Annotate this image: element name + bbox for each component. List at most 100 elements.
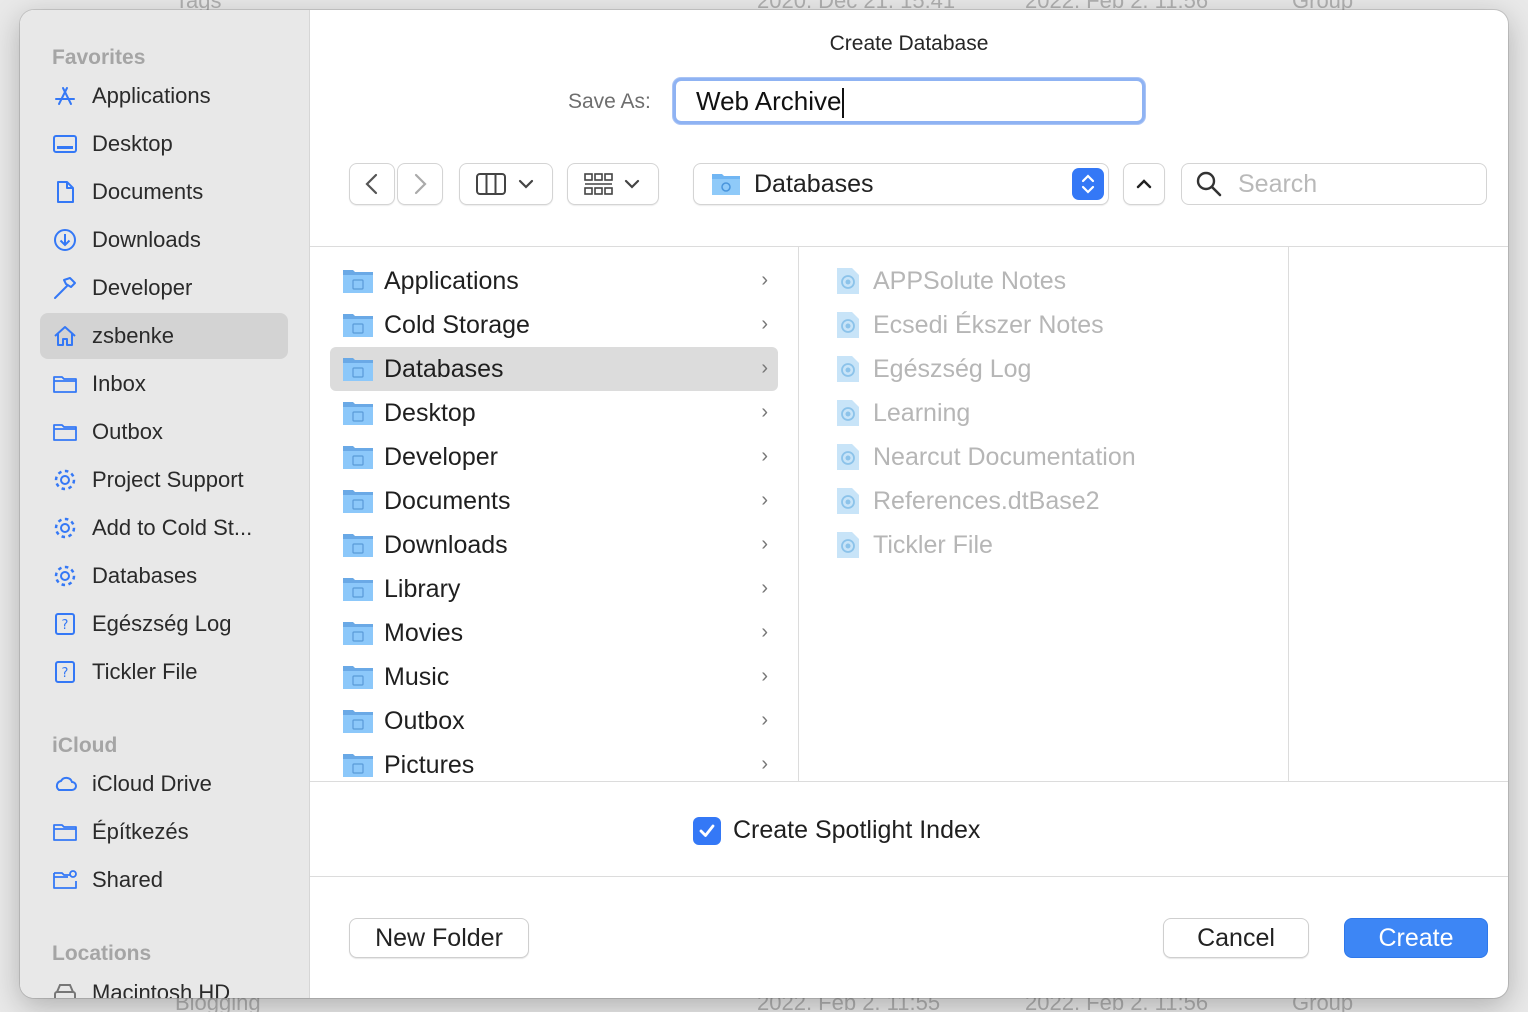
sidebar-item-label: Databases <box>92 563 198 588</box>
new-folder-button[interactable]: New Folder <box>349 918 529 958</box>
chevron-right-icon: › <box>761 753 768 775</box>
folder-row[interactable]: Pictures › <box>330 743 778 781</box>
folder-row[interactable]: Desktop › <box>330 391 778 435</box>
folder-row-label: Desktop <box>384 398 476 427</box>
sidebar-item-icloud-drive[interactable]: iCloud Drive <box>40 761 288 807</box>
folder-row[interactable]: Databases › <box>330 347 778 391</box>
sidebar-item-epitkezes[interactable]: Építkezés <box>40 809 288 855</box>
folder-row-label: Cold Storage <box>384 310 530 339</box>
checkmark-icon <box>699 824 715 837</box>
chevron-right-icon: › <box>761 665 768 687</box>
location-popup[interactable]: Databases <box>693 163 1109 205</box>
folder-icon <box>343 534 373 557</box>
chevron-right-icon: › <box>761 313 768 335</box>
database-file-label: Nearcut Documentation <box>873 442 1136 471</box>
hammer-icon <box>52 275 78 301</box>
question-doc-icon: ? <box>52 659 78 685</box>
cancel-button[interactable]: Cancel <box>1163 918 1309 958</box>
sidebar-item-tickler-file[interactable]: ? Tickler File <box>40 649 288 695</box>
folder-row[interactable]: Developer › <box>330 435 778 479</box>
sidebar-item-label: Project Support <box>92 467 244 492</box>
folder-icon <box>343 710 373 733</box>
create-button[interactable]: Create <box>1344 918 1488 958</box>
sidebar-item-label: Documents <box>92 179 204 204</box>
search-field[interactable]: Search <box>1181 163 1487 205</box>
sidebar-section-icloud: iCloud <box>52 734 118 757</box>
sidebar-item-label: Építkezés <box>92 819 189 844</box>
database-file-icon <box>837 400 859 426</box>
sidebar-item-egeszseg-log[interactable]: ? Egészség Log <box>40 601 288 647</box>
browser-column-1: Applications › Cold Storage › Databases › Desk… <box>310 247 799 781</box>
spotlight-index-checkbox[interactable] <box>693 817 721 845</box>
sidebar-item-outbox[interactable]: Outbox <box>40 409 288 455</box>
sidebar-item-label: zsbenke <box>92 323 174 348</box>
database-file-label: APPSolute Notes <box>873 266 1067 295</box>
sidebar-section-favorites: Favorites <box>52 46 146 69</box>
folder-icon <box>343 578 373 601</box>
folder-row[interactable]: Cold Storage › <box>330 303 778 347</box>
database-file-label: Egészség Log <box>873 354 1032 383</box>
folder-row[interactable]: Movies › <box>330 611 778 655</box>
folder-icon <box>52 419 78 445</box>
database-file-row: References.dtBase2 <box>835 479 1100 523</box>
sidebar-item-label: Applications <box>92 83 211 108</box>
folder-row[interactable]: Downloads › <box>330 523 778 567</box>
database-file-icon <box>837 312 859 338</box>
question-doc-icon: ? <box>52 611 78 637</box>
folder-icon <box>343 314 373 337</box>
sidebar-item-developer[interactable]: Developer <box>40 265 288 311</box>
database-file-row: Ecsedi Ékszer Notes <box>835 303 1104 347</box>
search-placeholder: Search <box>1238 169 1318 198</box>
spotlight-index-label[interactable]: Create Spotlight Index <box>733 816 980 845</box>
chevron-right-icon: › <box>761 401 768 423</box>
expand-collapse-button[interactable] <box>1123 163 1165 205</box>
sidebar-item-label: Shared <box>92 867 163 892</box>
sidebar-item-databases[interactable]: Databases <box>40 553 288 599</box>
sidebar-item-label: Outbox <box>92 419 163 444</box>
sidebar-item-macintosh-hd[interactable]: Macintosh HD <box>40 970 288 998</box>
folder-row-label: Developer <box>384 442 498 471</box>
disk-icon <box>52 980 78 998</box>
sidebar-item-documents[interactable]: Documents <box>40 169 288 215</box>
folder-row-label: Library <box>384 574 461 603</box>
back-button[interactable] <box>349 163 395 205</box>
chevron-right-icon: › <box>761 269 768 291</box>
chevron-right-icon <box>414 173 427 195</box>
sidebar-item-zsbenke[interactable]: zsbenke <box>40 313 288 359</box>
sidebar-item-label: Desktop <box>92 131 173 156</box>
popup-stepper-icon <box>1072 168 1104 200</box>
chevron-left-icon <box>365 173 378 195</box>
dialog-title: Create Database <box>829 32 989 55</box>
folder-icon <box>343 402 373 425</box>
sidebar-item-desktop[interactable]: Desktop <box>40 121 288 167</box>
folder-row[interactable]: Music › <box>330 655 778 699</box>
view-mode-button[interactable] <box>459 163 553 205</box>
sidebar-item-downloads[interactable]: Downloads <box>40 217 288 263</box>
folder-icon <box>343 270 373 293</box>
shared-folder-icon <box>52 867 78 893</box>
svg-text:?: ? <box>62 666 69 681</box>
sidebar-item-inbox[interactable]: Inbox <box>40 361 288 407</box>
home-icon <box>52 323 78 349</box>
folder-icon <box>343 358 373 381</box>
folder-row-label: Databases <box>384 354 504 383</box>
folder-row[interactable]: Outbox › <box>330 699 778 743</box>
database-file-label: References.dtBase2 <box>873 486 1100 515</box>
sidebar-item-add-to-cold-storage[interactable]: Add to Cold St... <box>40 505 288 551</box>
sidebar-item-project-support[interactable]: Project Support <box>40 457 288 503</box>
desktop-icon <box>52 131 78 157</box>
sidebar-item-applications[interactable]: Applications <box>40 73 288 119</box>
chevron-right-icon: › <box>761 489 768 511</box>
save-as-field[interactable]: Web Archive <box>673 78 1145 124</box>
group-by-button[interactable] <box>567 163 659 205</box>
folder-row[interactable]: Documents › <box>330 479 778 523</box>
folder-row[interactable]: Applications › <box>330 259 778 303</box>
sidebar-item-shared[interactable]: Shared <box>40 857 288 903</box>
download-icon <box>52 227 78 253</box>
forward-button[interactable] <box>397 163 443 205</box>
applications-icon <box>52 83 78 109</box>
folder-icon <box>343 754 373 777</box>
folder-row-label: Pictures <box>384 750 475 779</box>
sidebar-item-label: Downloads <box>92 227 201 252</box>
folder-row[interactable]: Library › <box>330 567 778 611</box>
